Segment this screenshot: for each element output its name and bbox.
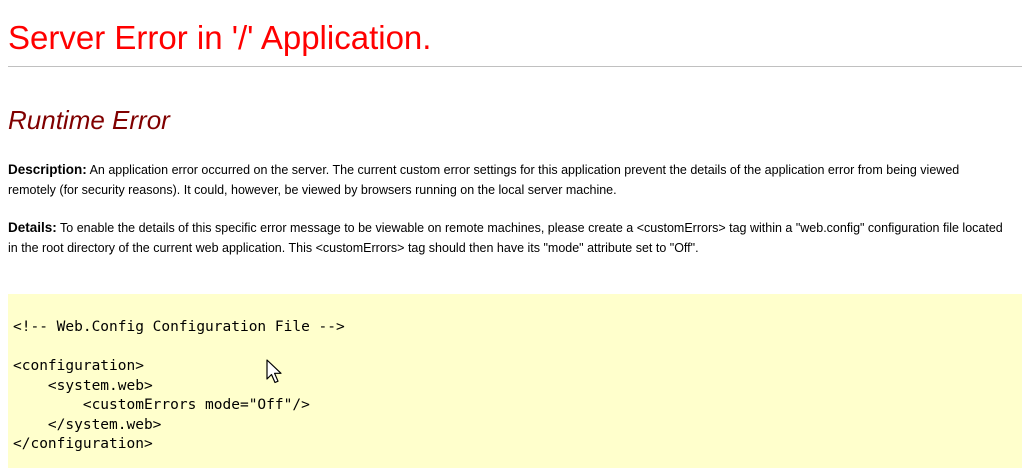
description-text: An application error occurred on the ser… [8, 163, 960, 197]
code-line: </configuration> [13, 436, 153, 452]
config-code: <!-- Web.Config Configuration File --> <c… [13, 318, 345, 455]
title-divider [8, 66, 1022, 67]
code-line: <!-- Web.Config Configuration File --> [13, 319, 345, 335]
arrow-cursor-icon [266, 359, 282, 384]
details-text: To enable the details of this specific e… [8, 221, 1003, 255]
details-label: Details: [8, 220, 57, 235]
error-heading: Runtime Error [8, 105, 170, 135]
code-line: <system.web> [13, 377, 153, 394]
description-label: Description: [8, 162, 87, 177]
description-paragraph: Description: An application error occurr… [8, 160, 1008, 200]
config-code-block: <!-- Web.Config Configuration File --> <c… [8, 294, 1022, 468]
details-paragraph: Details: To enable the details of this s… [8, 218, 1008, 258]
code-line: <customErrors mode="Off"/> [13, 397, 310, 413]
code-line: <configuration> [13, 358, 144, 374]
code-line: </system.web> [13, 416, 162, 433]
page-title: Server Error in '/' Application. [8, 19, 432, 56]
